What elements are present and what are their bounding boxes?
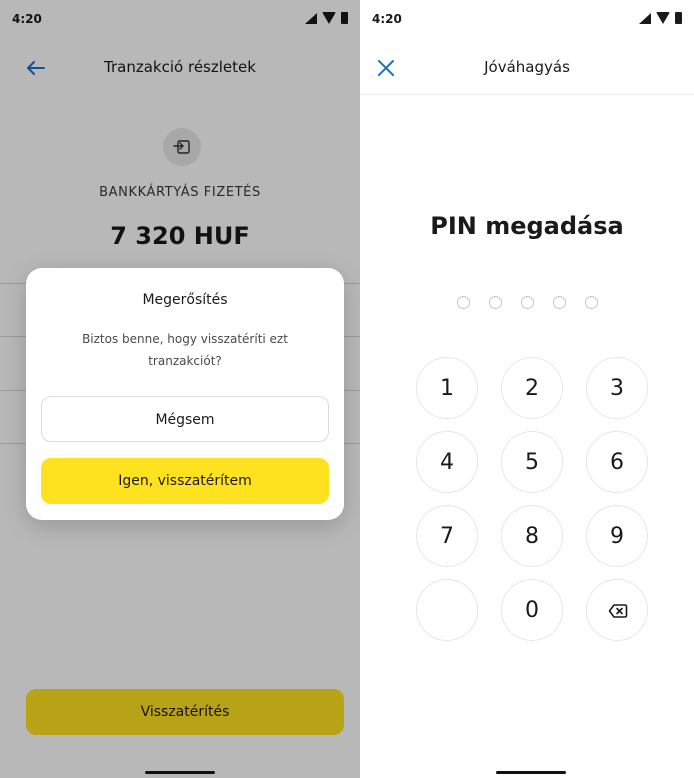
pin-entry-screen: 4:20 Jóváhagyás PIN megadása 1 2 3 4 5 6…	[360, 0, 694, 778]
battery-icon	[675, 12, 682, 24]
dialog-message: Biztos benne, hogy visszatéríti ezt tran…	[82, 332, 288, 368]
key-2[interactable]: 2	[501, 357, 563, 419]
transaction-details-screen: 4:20 Tranzakció részletek BANKKÁRTYÁS FI…	[0, 0, 360, 778]
key-0[interactable]: 0	[501, 579, 563, 641]
status-bar: 4:20	[360, 0, 694, 32]
key-6[interactable]: 6	[586, 431, 648, 493]
key-9[interactable]: 9	[586, 505, 648, 567]
divider	[360, 94, 694, 95]
pin-dot	[520, 296, 534, 309]
key-7[interactable]: 7	[416, 505, 478, 567]
status-time: 4:20	[372, 12, 402, 26]
pin-indicator	[360, 296, 694, 309]
key-empty	[416, 579, 478, 641]
pin-dot	[552, 296, 566, 309]
key-8[interactable]: 8	[501, 505, 563, 567]
confirm-dialog: Megerősítés Biztos benne, hogy visszatér…	[26, 268, 344, 520]
key-3[interactable]: 3	[586, 357, 648, 419]
dialog-title: Megerősítés	[142, 292, 228, 308]
pin-dot	[584, 296, 598, 309]
page-title: Jóváhagyás	[484, 58, 570, 76]
wifi-icon	[656, 12, 670, 24]
home-indicator[interactable]	[496, 771, 566, 774]
confirm-refund-button[interactable]: Igen, visszatérítem	[41, 458, 329, 504]
key-1[interactable]: 1	[416, 357, 478, 419]
pin-dot	[456, 296, 470, 309]
key-5[interactable]: 5	[501, 431, 563, 493]
home-indicator[interactable]	[145, 771, 215, 774]
pin-dot	[488, 296, 502, 309]
cancel-button[interactable]: Mégsem	[41, 396, 329, 442]
key-4[interactable]: 4	[416, 431, 478, 493]
status-icons	[639, 12, 682, 24]
backspace-button[interactable]	[586, 579, 648, 641]
backspace-icon	[608, 604, 628, 618]
signal-icon	[639, 12, 651, 24]
app-bar: Jóváhagyás	[360, 44, 694, 92]
pin-title: PIN megadása	[430, 212, 624, 240]
